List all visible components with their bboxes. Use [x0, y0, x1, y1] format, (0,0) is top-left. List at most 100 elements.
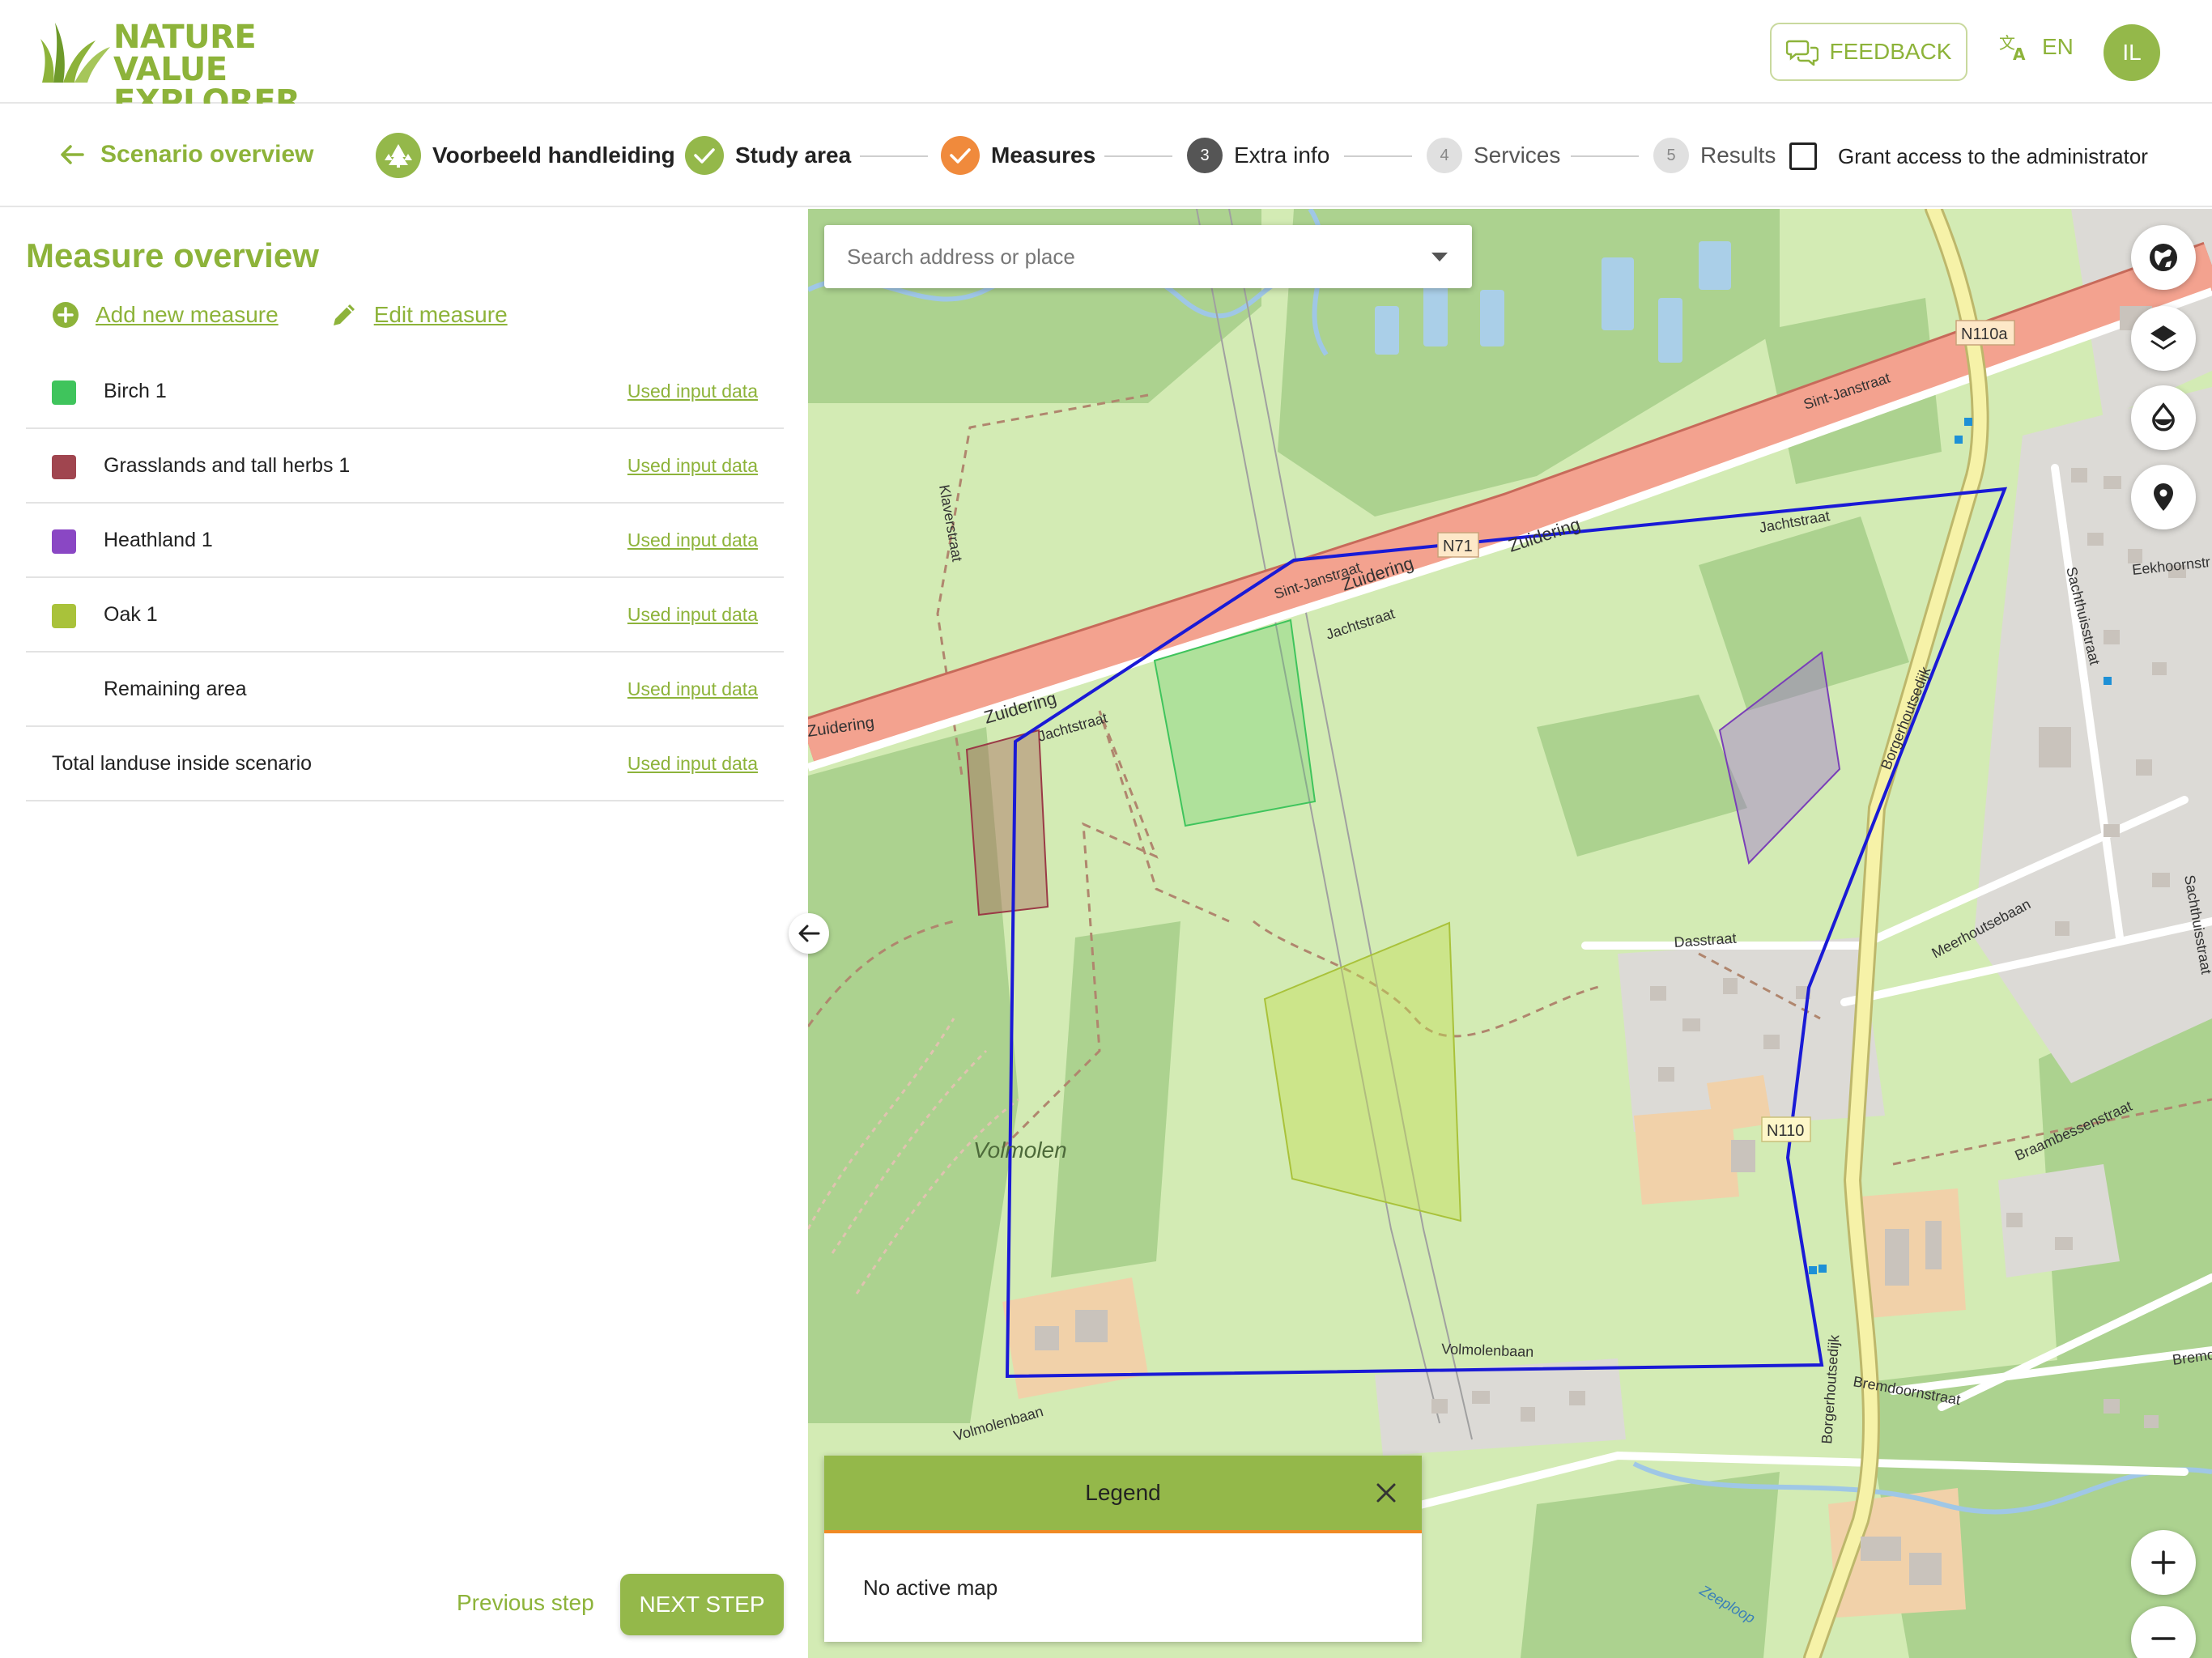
list-item[interactable]: Oak 1 Used input data: [26, 578, 784, 653]
measure-list: Birch 1 Used input data Grasslands and t…: [26, 355, 784, 801]
measure-name: Birch 1: [104, 379, 167, 402]
scenario-overview-link[interactable]: Scenario overview: [60, 141, 313, 168]
sidebar-title: Measure overview: [26, 236, 319, 274]
trees-icon: [376, 133, 421, 178]
search-input[interactable]: [847, 225, 1414, 288]
measure-name: Oak 1: [104, 602, 158, 626]
back-label: Scenario overview: [100, 141, 314, 168]
minus-icon: [2151, 1637, 2176, 1640]
map-search[interactable]: [824, 225, 1472, 288]
step-label-measures: Measures: [991, 142, 1096, 168]
step-label-results: Results: [1700, 142, 1776, 168]
location-pin-icon: [2154, 483, 2173, 511]
grant-access-checkbox[interactable]: [1789, 142, 1817, 170]
app-logo[interactable]: NATURE VALUE EXPLORER: [39, 18, 379, 118]
basemap[interactable]: Zuidering Zuidering Zuidering Zuidering …: [808, 209, 2212, 1658]
check-icon: [941, 136, 980, 175]
close-icon[interactable]: [1372, 1478, 1401, 1507]
measure-name: Grasslands and tall herbs 1: [104, 453, 351, 477]
road-shield-n71: N71: [1443, 538, 1473, 555]
list-item[interactable]: Remaining area Used input data: [26, 653, 784, 727]
step-number: 5: [1653, 138, 1689, 173]
add-measure-button[interactable]: Add new measure: [52, 301, 279, 329]
list-item[interactable]: Birch 1 Used input data: [26, 355, 784, 429]
list-item[interactable]: Heathland 1 Used input data: [26, 504, 784, 578]
language-label: EN: [2042, 34, 2074, 59]
color-swatch: [52, 455, 76, 479]
layers-icon: [2150, 325, 2176, 350]
globe-icon: [2150, 244, 2177, 271]
feedback-button[interactable]: FEEDBACK: [1770, 23, 1967, 81]
road-shield-n110: N110: [1767, 1122, 1804, 1140]
measure-name: Remaining area: [104, 677, 247, 700]
legend-panel: Legend No active map: [824, 1456, 1422, 1642]
step-results[interactable]: 5 Results: [1653, 133, 1776, 178]
used-input-data-link[interactable]: Used input data: [627, 380, 758, 402]
step-number: 4: [1427, 138, 1462, 173]
road-shield-n110a: N110a: [1961, 325, 2008, 343]
location-button[interactable]: [2131, 465, 2196, 529]
add-circle-icon: [53, 302, 79, 328]
previous-step-button[interactable]: Previous step: [457, 1590, 594, 1616]
measure-sidebar: Measure overview Add new measure Edit me…: [0, 209, 808, 1658]
chevron-down-icon[interactable]: [1431, 253, 1448, 261]
legend-body: No active map: [863, 1575, 998, 1600]
arrow-left-icon: [798, 925, 820, 942]
drop-icon: [2152, 402, 2175, 432]
scenario-stepper: Scenario overview Voorbeeld handleiding …: [0, 104, 2212, 207]
step-label-services: Services: [1474, 142, 1561, 168]
arrow-left-icon: [61, 145, 84, 164]
color-swatch: [52, 380, 76, 405]
color-swatch: [52, 604, 76, 628]
pencil-icon: [333, 304, 355, 325]
step-connector: [860, 155, 928, 157]
opacity-button[interactable]: [2131, 385, 2196, 450]
measure-actions: Add new measure Edit measure: [52, 301, 508, 329]
translate-icon: 文 A: [1999, 33, 2026, 62]
total-label: Total landuse inside scenario: [52, 751, 313, 775]
used-input-data-link[interactable]: Used input data: [627, 678, 758, 700]
step-connector: [1104, 155, 1172, 157]
app-header: NATURE VALUE EXPLORER FEEDBACK 文 A EN IL: [0, 0, 2212, 118]
map-label: Volmolen: [973, 1137, 1067, 1163]
total-row: Total landuse inside scenario Used input…: [26, 727, 784, 801]
step-connector: [1344, 155, 1412, 157]
used-input-data-link[interactable]: Used input data: [627, 753, 758, 775]
edit-measure-label: Edit measure: [373, 302, 508, 327]
step-extra-info[interactable]: 3 Extra info: [1187, 133, 1329, 178]
step-services[interactable]: 4 Services: [1427, 133, 1560, 178]
used-input-data-link[interactable]: Used input data: [627, 455, 758, 477]
zoom-in-button[interactable]: [2131, 1530, 2196, 1595]
step-measures[interactable]: Measures: [941, 133, 1095, 178]
grant-access-option[interactable]: Grant access to the administrator: [1789, 142, 2148, 170]
project-name: Voorbeeld handleiding: [432, 142, 675, 168]
grant-access-label: Grant access to the administrator: [1838, 143, 2148, 168]
color-swatch: [52, 529, 76, 554]
add-measure-label: Add new measure: [96, 302, 279, 327]
measure-name: Heathland 1: [104, 528, 213, 551]
logo-line-1: NATURE VALUE: [113, 19, 257, 88]
step-label-study-area: Study area: [735, 142, 852, 168]
globe-button[interactable]: [2131, 225, 2196, 290]
list-item[interactable]: Grasslands and tall herbs 1 Used input d…: [26, 429, 784, 504]
collapse-sidebar-button[interactable]: [789, 913, 829, 954]
legend-title: Legend: [1085, 1480, 1161, 1505]
edit-measure-button[interactable]: Edit measure: [330, 301, 508, 329]
language-selector[interactable]: 文 A EN: [1998, 32, 2074, 62]
feedback-label: FEEDBACK: [1829, 39, 1952, 64]
step-study-area[interactable]: Study area: [685, 133, 851, 178]
grass-logo-icon: [40, 23, 110, 83]
layers-button[interactable]: [2131, 306, 2196, 371]
legend-header: Legend: [824, 1456, 1422, 1533]
map-label: Volmolenbaan: [1441, 1341, 1534, 1360]
used-input-data-link[interactable]: Used input data: [627, 604, 758, 626]
used-input-data-link[interactable]: Used input data: [627, 529, 758, 551]
map-view[interactable]: Zuidering Zuidering Zuidering Zuidering …: [808, 209, 2212, 1658]
next-step-button[interactable]: NEXT STEP: [620, 1574, 784, 1635]
user-avatar[interactable]: IL: [2104, 24, 2160, 81]
check-icon: [685, 136, 724, 175]
svg-text:A: A: [2013, 45, 2026, 62]
step-connector: [1571, 155, 1639, 157]
project-step: Voorbeeld handleiding: [376, 133, 675, 178]
plus-icon: [2151, 1550, 2176, 1575]
